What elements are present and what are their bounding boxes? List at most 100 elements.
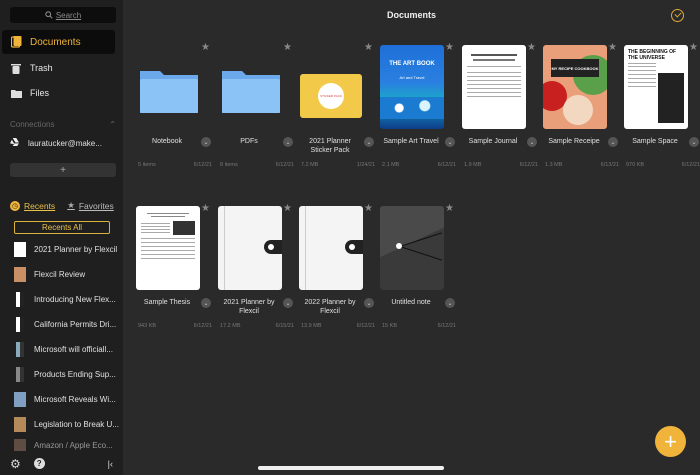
recents-all-button[interactable]: Recents All bbox=[14, 221, 110, 234]
recent-title: Legislation to Break U... bbox=[34, 419, 119, 429]
connections-label: Connections bbox=[10, 120, 55, 129]
search-input[interactable]: Search bbox=[10, 7, 116, 23]
list-item[interactable]: California Permits Dri... bbox=[14, 314, 120, 334]
tab-label: Recents bbox=[24, 200, 56, 211]
document-size: 1.3 MB bbox=[545, 162, 563, 168]
chevron-down-icon[interactable]: ⌄ bbox=[283, 137, 293, 147]
main-area: Documents ★ Notebook ⌄ 5 items 6/12/21 ★ … bbox=[123, 0, 700, 475]
document-name: Notebook bbox=[152, 138, 182, 145]
chevron-down-icon[interactable]: ⌄ bbox=[445, 137, 455, 147]
chevron-down-icon[interactable]: ⌄ bbox=[201, 298, 211, 308]
document-meta: 8 items 6/12/21 bbox=[218, 162, 296, 168]
connections-header: Connections ⌃ bbox=[10, 120, 116, 129]
document-name: PDFs bbox=[240, 138, 258, 145]
add-connection-button[interactable]: + bbox=[10, 163, 116, 177]
tab-favorites[interactable]: ★ Favorites bbox=[67, 200, 114, 211]
help-icon[interactable]: ? bbox=[33, 458, 45, 469]
sidebar-item-label: Trash bbox=[30, 63, 53, 73]
tab-label: Favorites bbox=[78, 200, 114, 211]
documents-icon bbox=[10, 36, 22, 48]
chevron-down-icon[interactable]: ⌄ bbox=[364, 298, 374, 308]
document-meta: 1.3 MB 6/13/21 bbox=[543, 162, 621, 168]
chevron-down-icon[interactable]: ⌄ bbox=[445, 298, 455, 308]
recents-all-label: Recents All bbox=[41, 223, 83, 232]
document-size: 970 KB bbox=[626, 162, 645, 168]
document-meta: 943 KB 6/12/21 bbox=[136, 323, 214, 329]
document-thumbnail: THE ART BOOK Art and Travel bbox=[380, 44, 458, 130]
select-icon[interactable] bbox=[671, 9, 684, 22]
document-thumbnail bbox=[14, 391, 26, 407]
chevron-up-icon[interactable]: ⌃ bbox=[109, 120, 116, 129]
document-date: 6/15/21 bbox=[275, 323, 294, 329]
plus-icon: + bbox=[664, 428, 677, 454]
document-card[interactable]: ★ PDFs ⌄ 8 items 6/12/21 bbox=[218, 42, 296, 192]
document-date: 6/12/21 bbox=[437, 162, 456, 168]
document-size: 15 KB bbox=[382, 323, 397, 329]
document-name: 2022 Planner by Flexcil bbox=[304, 299, 356, 315]
add-document-button[interactable]: + bbox=[655, 426, 686, 457]
document-size: 17.2 MB bbox=[220, 323, 241, 329]
plus-icon: + bbox=[60, 164, 66, 176]
google-drive-account[interactable]: lauratucker@make... bbox=[10, 138, 120, 148]
sticker-label: STICKER PACK bbox=[318, 83, 344, 109]
document-card[interactable]: ★ Notebook ⌄ 5 items 6/12/21 bbox=[136, 42, 214, 192]
chevron-down-icon[interactable]: ⌄ bbox=[283, 298, 293, 308]
document-card[interactable]: ★ MY RECIPE COOKBOOK Sample Receipe ⌄ 1.… bbox=[543, 42, 621, 192]
star-icon: ★ bbox=[67, 200, 75, 210]
document-card[interactable]: ★ Sample Journal ⌄ 1.9 MB 6/12/21 bbox=[462, 42, 540, 192]
document-meta: 17.2 MB 6/15/21 bbox=[218, 323, 296, 329]
document-card[interactable]: ★ 2022 Planner by Flexcil ⌄ 13.9 MB 6/12/… bbox=[299, 203, 377, 353]
sidebar-item-trash[interactable]: Trash bbox=[2, 56, 115, 80]
document-thumbnail bbox=[136, 205, 214, 291]
document-date: 6/13/21 bbox=[600, 162, 619, 168]
document-thumbnail bbox=[299, 205, 377, 291]
document-card[interactable]: ★ THE ART BOOK Art and Travel Sample Art… bbox=[380, 42, 458, 192]
document-size: 7.2 MB bbox=[301, 162, 319, 168]
document-thumbnail bbox=[16, 341, 24, 357]
document-date: 6/12/21 bbox=[356, 323, 375, 329]
list-item[interactable]: 2021 Planner by Flexcil bbox=[14, 239, 120, 259]
list-item[interactable]: Amazon / Apple Eco... bbox=[14, 439, 120, 451]
list-item[interactable]: Microsoft Reveals Wi... bbox=[14, 389, 120, 409]
collapse-sidebar-icon[interactable]: |‹ bbox=[108, 459, 113, 469]
chevron-down-icon[interactable]: ⌄ bbox=[689, 137, 699, 147]
gear-icon[interactable]: ⚙ bbox=[10, 457, 21, 471]
document-card[interactable]: ★ 2021 Planner by Flexcil ⌄ 17.2 MB 6/15/… bbox=[218, 203, 296, 353]
document-name: Sample Space bbox=[632, 138, 678, 145]
sidebar-item-files[interactable]: Files bbox=[2, 81, 115, 105]
document-card[interactable]: ★ Sample Thesis ⌄ 943 KB 6/12/21 bbox=[136, 203, 214, 353]
folder-icon bbox=[10, 89, 22, 98]
document-thumbnail bbox=[16, 291, 24, 307]
document-name: Untitled note bbox=[391, 299, 431, 306]
document-name: Sample Journal bbox=[468, 138, 518, 145]
home-indicator bbox=[258, 466, 444, 470]
tab-recents[interactable]: ◷ Recents bbox=[10, 200, 56, 211]
document-thumbnail: MY RECIPE COOKBOOK bbox=[543, 44, 621, 130]
sidebar-item-documents[interactable]: Documents bbox=[2, 30, 115, 54]
chevron-down-icon[interactable]: ⌄ bbox=[527, 137, 537, 147]
document-size: 943 KB bbox=[138, 323, 157, 329]
document-date: 6/12/21 bbox=[519, 162, 538, 168]
document-meta: 1.9 MB 6/12/21 bbox=[462, 162, 540, 168]
list-item[interactable]: Legislation to Break U... bbox=[14, 414, 120, 434]
document-name: Sample Thesis bbox=[143, 299, 191, 306]
document-thumbnail bbox=[218, 205, 296, 291]
document-name: 2021 Planner by Flexcil bbox=[223, 299, 275, 315]
document-card[interactable]: ★ STICKER PACK 2021 Planner Sticker Pack… bbox=[299, 42, 377, 192]
recent-title: Introducing New Flex... bbox=[34, 294, 116, 304]
google-drive-icon bbox=[10, 138, 20, 148]
document-card[interactable]: ★ THE BEGINNING OF THE UNIVERSE Sample S… bbox=[624, 42, 700, 192]
document-meta: 7.2 MB 1/24/21 bbox=[299, 162, 377, 168]
document-card[interactable]: ★ Untitled note ⌄ 15 KB 6/12/21 bbox=[380, 203, 458, 353]
list-item[interactable]: Introducing New Flex... bbox=[14, 289, 120, 309]
document-meta: 5 items 6/12/21 bbox=[136, 162, 214, 168]
recent-title: Amazon / Apple Eco... bbox=[34, 440, 113, 450]
chevron-down-icon[interactable]: ⌄ bbox=[364, 137, 374, 147]
document-date: 6/12/21 bbox=[437, 323, 456, 329]
list-item[interactable]: Flexcil Review bbox=[14, 264, 120, 284]
chevron-down-icon[interactable]: ⌄ bbox=[201, 137, 211, 147]
chevron-down-icon[interactable]: ⌄ bbox=[608, 137, 618, 147]
sidebar-item-label: Documents bbox=[30, 36, 81, 48]
list-item[interactable]: Microsoft will officiall... bbox=[14, 339, 120, 359]
list-item[interactable]: Products Ending Sup... bbox=[14, 364, 120, 384]
